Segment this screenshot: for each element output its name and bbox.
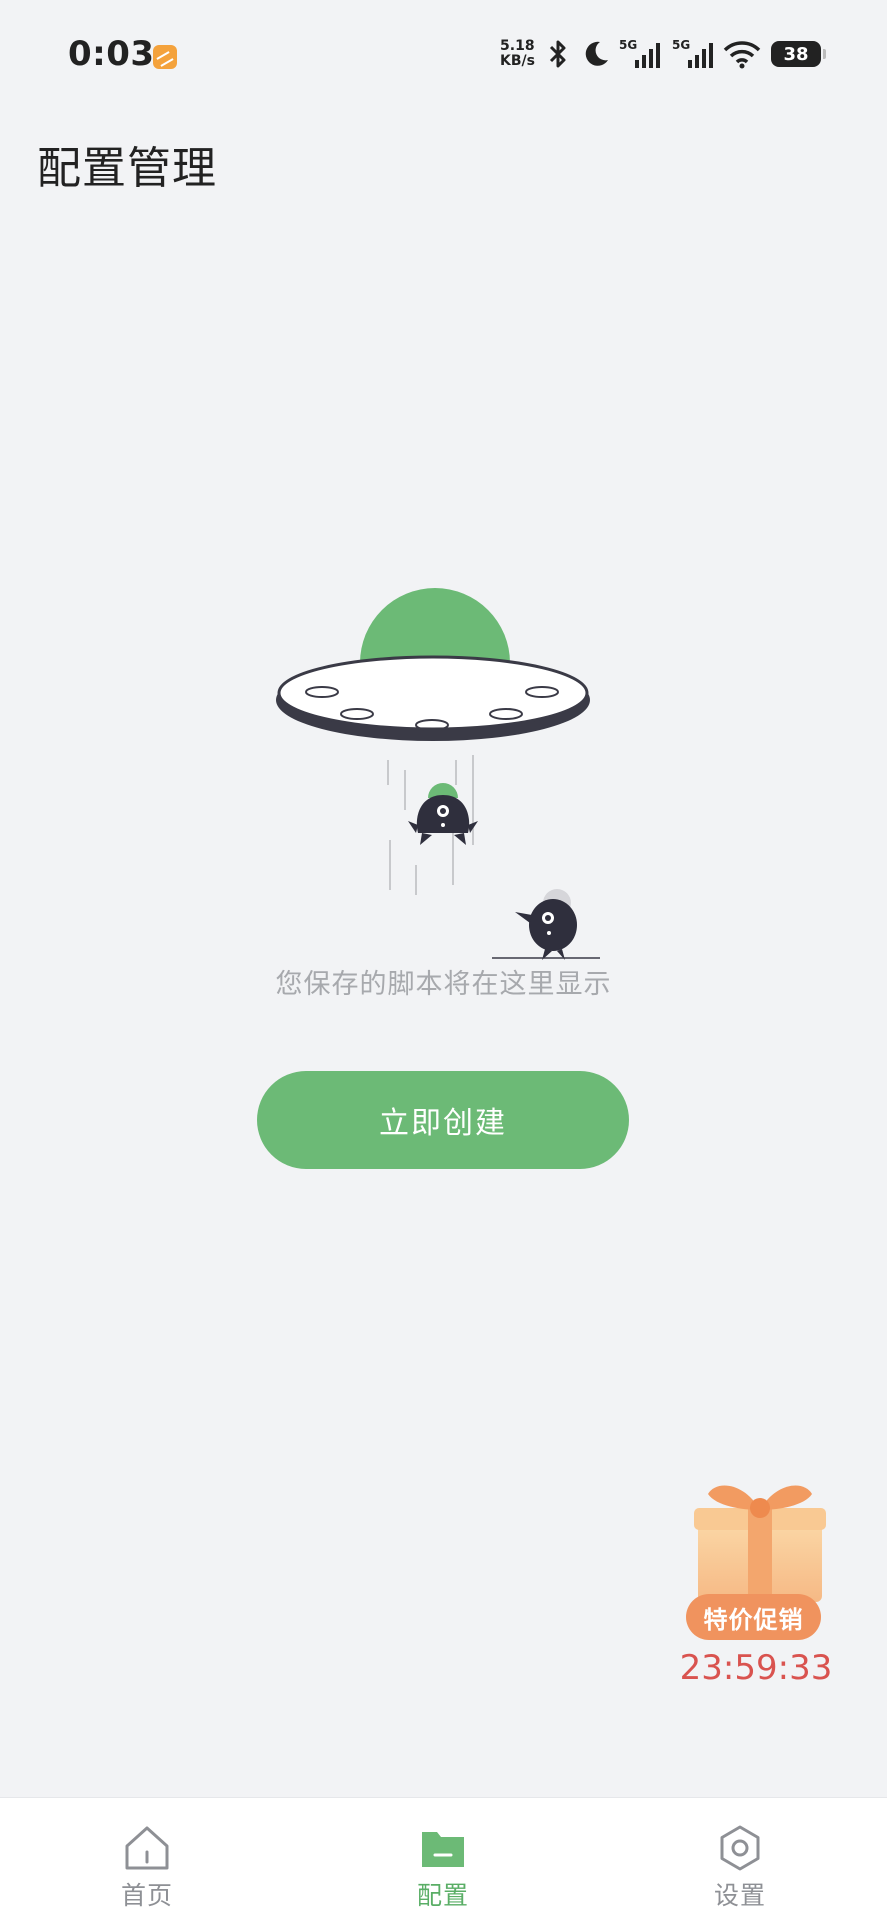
status-indicators: 5.18 KB/s 5G 5G 38 bbox=[500, 34, 826, 74]
status-bar: 0:03 5.18 KB/s 5G 5G 38 bbox=[0, 0, 887, 110]
promo-badge: 特价促销 bbox=[686, 1594, 821, 1640]
nav-item-config[interactable]: 配置 bbox=[343, 1798, 543, 1921]
nav-item-settings[interactable]: 设置 bbox=[640, 1798, 840, 1921]
home-icon bbox=[125, 1826, 169, 1870]
network-speed: 5.18 KB/s bbox=[500, 39, 535, 69]
bluetooth-icon bbox=[549, 40, 566, 68]
wifi-icon bbox=[723, 41, 761, 69]
folder-icon bbox=[422, 1832, 464, 1867]
promo-widget[interactable]: 特价促销 23:59:33 bbox=[676, 1472, 836, 1702]
status-time: 0:03 bbox=[68, 34, 155, 74]
nav-label-settings: 设置 bbox=[713, 1881, 766, 1910]
nav-label-config: 配置 bbox=[416, 1881, 469, 1910]
nav-item-home[interactable]: 首页 bbox=[47, 1798, 247, 1921]
bottom-nav: 首页 配置 设置 bbox=[0, 1797, 887, 1921]
create-now-button[interactable]: 立即创建 bbox=[257, 1071, 629, 1169]
promo-countdown: 23:59:33 bbox=[679, 1648, 833, 1688]
ufo-illustration bbox=[276, 588, 600, 960]
moon-icon bbox=[585, 41, 608, 66]
page-title: 配置管理 bbox=[37, 143, 217, 194]
gift-icon bbox=[694, 1485, 826, 1602]
network-speed-unit: KB/s bbox=[500, 53, 535, 69]
empty-state-message: 您保存的脚本将在这里显示 bbox=[275, 969, 612, 1000]
network-speed-value: 5.18 bbox=[500, 38, 535, 54]
signal-1-icon: 5G bbox=[619, 38, 660, 68]
signal-2-icon: 5G bbox=[672, 38, 713, 68]
gear-icon bbox=[720, 1825, 760, 1871]
battery-icon: 38 bbox=[771, 41, 826, 67]
app-notification-icon bbox=[153, 45, 177, 69]
nav-label-home: 首页 bbox=[120, 1881, 173, 1910]
